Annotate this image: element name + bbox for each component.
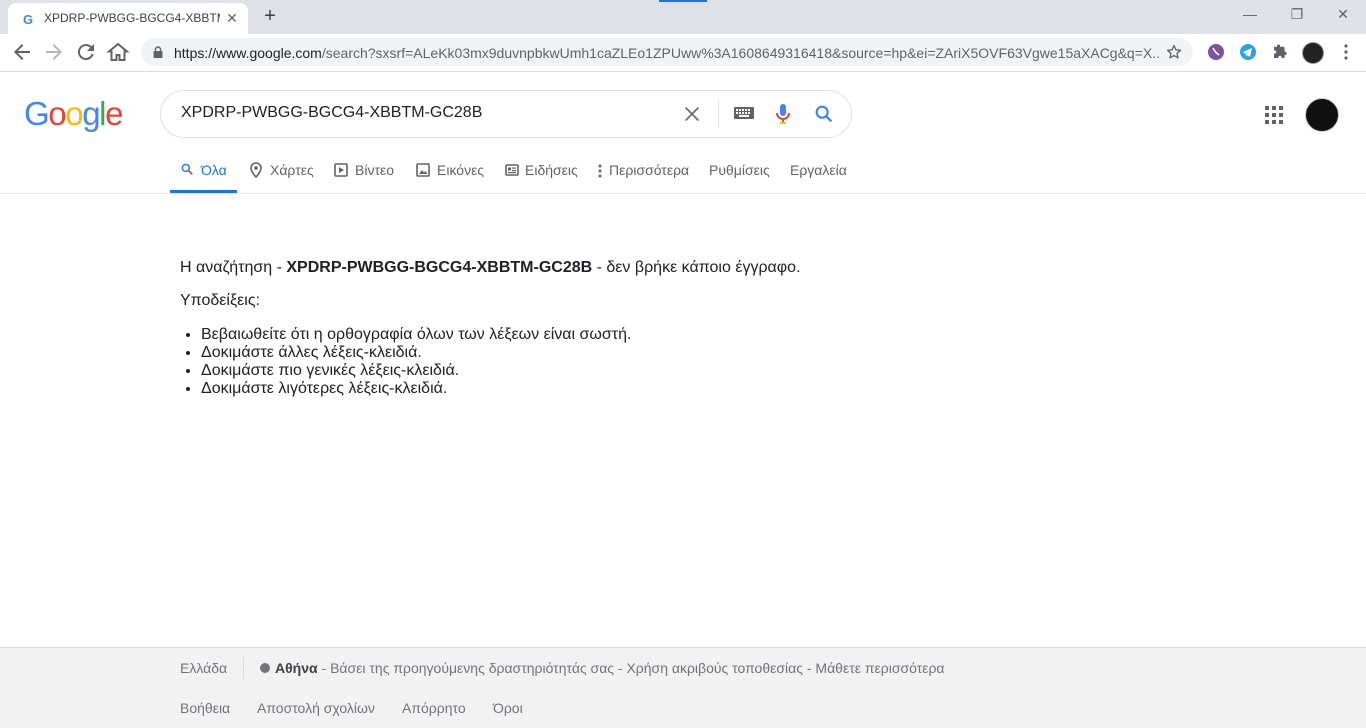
address-bar[interactable]: https://www.google.com/search?sxsrf=ALeK… [141, 38, 1193, 66]
tab-maps-label: Χάρτες [270, 162, 314, 178]
footer-link-privacy[interactable]: Απόρρητο [402, 700, 466, 716]
tab-news[interactable]: Ειδήσεις [505, 152, 578, 190]
footer-link-help[interactable]: Βοήθεια [180, 700, 230, 716]
close-tab-icon[interactable]: ✕ [224, 10, 240, 26]
tab-strip: G XPDRP-PWBGG-BGCG4-XBBTM-GC28B - Αναζήτ… [0, 0, 1366, 34]
google-favicon-icon: G [23, 12, 33, 26]
url-path: /search?sxsrf=ALeKk03mx9duvnpbkwUmh1caZL… [321, 45, 1159, 61]
more-icon [598, 164, 602, 178]
footer-location-bar: Ελλάδα Αθήνα - Βάσει της προηγούμενης δρ… [0, 647, 1366, 689]
suggestion-item: Βεβαιωθείτε ότι η ορθογραφία όλων των λέ… [201, 326, 631, 344]
browser-toolbar: https://www.google.com/search?sxsrf=ALeK… [0, 34, 1366, 72]
search-icon [181, 163, 193, 175]
no-results-prefix: Η αναζήτηση - [180, 259, 287, 276]
suggestion-item: Δοκιμάστε λιγότερες λέξεις-κλειδιά. [201, 380, 631, 398]
no-results-message: Η αναζήτηση - XPDRP-PWBGG-BGCG4-XBBTM-GC… [180, 258, 801, 278]
news-icon [505, 164, 519, 176]
suggestion-item: Δοκιμάστε άλλες λέξεις-κλειδιά. [201, 344, 631, 362]
no-results-query: XPDRP-PWBGG-BGCG4-XBBTM-GC28B [286, 259, 593, 276]
reload-icon[interactable] [74, 40, 98, 64]
google-logo[interactable]: Google [24, 95, 123, 133]
star-icon[interactable] [1165, 43, 1183, 61]
header-divider [0, 193, 1366, 194]
keyboard-icon[interactable] [733, 105, 755, 121]
tab-tools[interactable]: Εργαλεία [789, 152, 847, 190]
menu-icon[interactable] [1337, 43, 1355, 61]
footer-city: Αθήνα [275, 660, 318, 676]
tab-news-label: Ειδήσεις [525, 162, 578, 178]
image-icon [416, 163, 430, 177]
suggestions-label: Υποδείξεις: [180, 292, 260, 309]
footer-links-bar: Βοήθεια Αποστολή σχολίων Απόρρητο Όροι [0, 688, 1366, 728]
tab-all[interactable]: Όλα [170, 152, 237, 193]
close-window-icon[interactable]: ✕ [1332, 4, 1354, 24]
loading-indicator [659, 0, 707, 2]
url-text: https://www.google.com/search?sxsrf=ALeK… [174, 45, 1159, 61]
puzzle-icon[interactable] [1271, 43, 1289, 61]
clear-icon[interactable] [681, 103, 703, 125]
tab-videos-label: Βίντεο [355, 162, 395, 178]
apps-grid-icon[interactable] [1262, 103, 1286, 127]
tab-all-label: Όλα [201, 162, 227, 178]
telegram-icon[interactable] [1239, 43, 1257, 61]
no-results-suffix: - δεν βρήκε κάποιο έγγραφο. [592, 259, 801, 276]
new-tab-button[interactable]: + [258, 6, 282, 28]
tab-tools-label: Εργαλεία [790, 162, 847, 178]
footer-country: Ελλάδα [180, 660, 228, 676]
tab-settings-label: Ρυθμίσεις [709, 162, 770, 178]
footer-separator [243, 657, 244, 679]
tab-videos[interactable]: Βίντεο [334, 152, 394, 190]
tab-settings[interactable]: Ρυθμίσεις [708, 152, 770, 190]
restore-icon[interactable]: ❐ [1286, 4, 1308, 24]
search-input[interactable]: XPDRP-PWBGG-BGCG4-XBBTM-GC28B [181, 104, 482, 122]
footer-link-terms[interactable]: Όροι [493, 700, 523, 716]
footer-location-note[interactable]: - Βάσει της προηγούμενης δραστηριότητάς … [318, 660, 945, 676]
viber-icon[interactable] [1207, 43, 1225, 61]
browser-tab[interactable]: G XPDRP-PWBGG-BGCG4-XBBTM-GC28B - Αναζήτ… [8, 3, 248, 34]
search-box[interactable]: XPDRP-PWBGG-BGCG4-XBBTM-GC28B [160, 90, 852, 138]
pin-icon [250, 162, 262, 178]
back-icon[interactable] [10, 40, 34, 64]
account-avatar[interactable] [1305, 98, 1339, 132]
tab-images[interactable]: Εικόνες [416, 152, 484, 190]
footer-location: Αθήνα - Βάσει της προηγούμενης δραστηριό… [275, 660, 945, 676]
mic-icon[interactable] [775, 103, 791, 125]
search-icon[interactable] [813, 103, 835, 125]
suggestions-list: Βεβαιωθείτε ότι η ορθογραφία όλων των λέ… [180, 326, 631, 398]
tab-title: XPDRP-PWBGG-BGCG4-XBBTM-GC28B - Αναζήτησ… [44, 11, 220, 25]
tab-more-label: Περισσότερα [609, 162, 690, 178]
tab-images-label: Εικόνες [437, 162, 485, 178]
home-icon[interactable] [106, 40, 130, 64]
play-icon [334, 163, 348, 177]
suggestion-item: Δοκιμάστε πιο γενικές λέξεις-κλειδιά. [201, 362, 631, 380]
tab-more[interactable]: Περισσότερα [598, 152, 690, 190]
footer-link-feedback[interactable]: Αποστολή σχολίων [257, 700, 375, 716]
lock-icon[interactable] [153, 46, 163, 58]
location-dot-icon [260, 663, 270, 673]
forward-icon[interactable] [42, 40, 66, 64]
minimize-icon[interactable]: — [1239, 4, 1261, 24]
svg-text:G: G [23, 12, 33, 26]
profile-icon[interactable] [1302, 42, 1324, 64]
url-host: https://www.google.com [174, 45, 322, 61]
searchbox-divider [718, 100, 719, 128]
tab-maps[interactable]: Χάρτες [249, 152, 315, 190]
